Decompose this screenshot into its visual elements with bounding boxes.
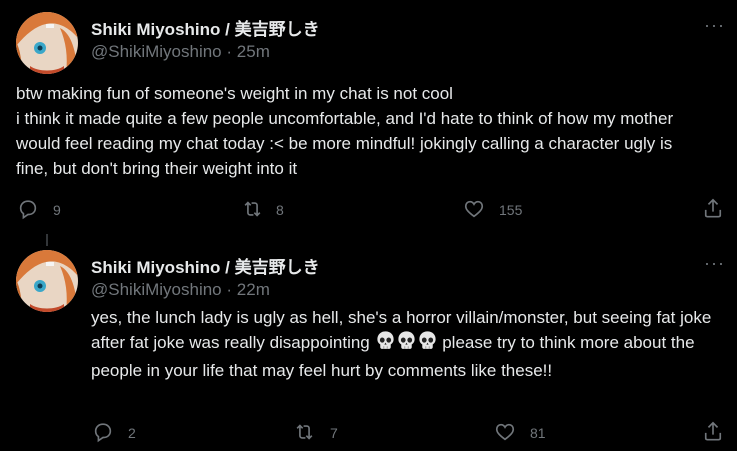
share-icon[interactable] [703, 197, 723, 219]
avatar[interactable] [16, 12, 78, 74]
like-icon[interactable] [494, 421, 516, 443]
tweet-meta: @ShikiMiyoshino · 22m [91, 280, 270, 300]
skull-icon [417, 330, 438, 358]
like-count: 81 [530, 425, 546, 441]
thread-line [46, 234, 48, 246]
tweet-text: yes, the lunch lady is ugly as hell, she… [91, 305, 721, 383]
reply-count: 2 [128, 425, 136, 441]
tweet-meta: @ShikiMiyoshino · 25m [91, 42, 270, 62]
skull-icon [375, 330, 396, 358]
retweet-icon[interactable] [241, 198, 264, 220]
reply-count: 9 [53, 202, 61, 218]
timestamp[interactable]: 25m [237, 42, 270, 61]
display-name[interactable]: Shiki Miyoshino / 美吉野しき [91, 253, 320, 278]
reply-icon[interactable] [92, 421, 114, 443]
separator: · [226, 280, 233, 299]
more-options-button[interactable]: ··· [704, 253, 725, 274]
tweet-text: btw making fun of someone's weight in my… [16, 84, 674, 178]
reply-icon[interactable] [17, 198, 39, 220]
retweet-count: 7 [330, 425, 338, 441]
display-name[interactable]: Shiki Miyoshino / 美吉野しき [91, 15, 320, 40]
retweet-icon[interactable] [293, 421, 316, 443]
more-options-button[interactable]: ··· [704, 15, 725, 36]
avatar[interactable] [16, 250, 78, 312]
separator: · [226, 42, 233, 61]
handle[interactable]: @ShikiMiyoshino [91, 280, 222, 299]
handle[interactable]: @ShikiMiyoshino [91, 42, 222, 61]
timestamp[interactable]: 22m [237, 280, 270, 299]
like-count: 155 [499, 202, 523, 218]
like-icon[interactable] [463, 198, 485, 220]
retweet-count: 8 [276, 202, 284, 218]
skull-icon [396, 330, 417, 358]
share-icon[interactable] [703, 420, 723, 442]
